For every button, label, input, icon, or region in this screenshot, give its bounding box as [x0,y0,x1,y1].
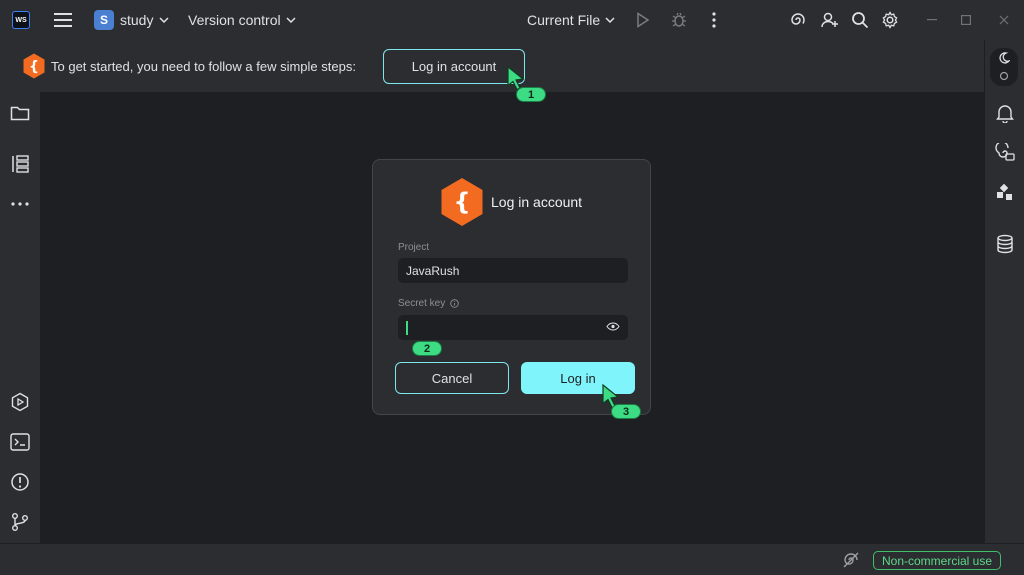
step-marker-2: 2 [412,341,442,356]
database-icon[interactable] [994,233,1016,255]
close-icon[interactable] [994,10,1014,30]
step-marker-3: 3 [611,404,641,419]
maximize-icon[interactable] [956,10,976,30]
run-configuration-selector[interactable]: Current File [527,10,615,30]
dialog-header: { Log in account [439,177,582,227]
chevron-down-icon [286,17,296,23]
problems-icon[interactable] [9,471,31,493]
moon-icon [999,52,1010,64]
project-selector[interactable]: S study [94,10,169,30]
log-in-account-button[interactable]: Log in account [383,49,525,84]
chevron-down-icon [605,17,615,23]
license-badge[interactable]: Non-commercial use [873,551,1002,570]
status-bar: Non-commercial use [0,543,1024,575]
add-user-icon[interactable] [820,10,840,30]
title-bar: WS S study Version control Current File [0,0,1024,40]
step-marker-1: 1 [516,87,546,102]
main-menu-icon[interactable] [54,11,74,29]
debug-icon[interactable] [669,10,689,30]
left-tool-bar [0,92,40,543]
services-icon[interactable] [9,391,31,413]
plugin-icon[interactable] [994,182,1016,204]
info-icon[interactable] [450,299,459,308]
javarush-logo-icon: { [441,178,483,226]
project-field[interactable]: JavaRush [398,258,628,283]
folder-icon[interactable] [9,102,31,124]
notifications-bell-icon[interactable] [994,102,1016,124]
theme-toggle[interactable] [990,48,1018,86]
secret-key-label: Secret key [398,298,459,309]
svg-text:{: { [29,59,39,75]
right-tool-bar [984,40,1024,543]
banner-message: To get started, you need to follow a few… [51,59,356,74]
git-branch-icon[interactable] [9,511,31,533]
settings-gear-icon[interactable] [880,10,900,30]
version-control-menu[interactable]: Version control [188,10,296,30]
project-label: Project [398,242,430,253]
project-badge: S [94,10,114,30]
structure-icon[interactable] [9,153,31,175]
search-icon[interactable] [850,10,870,30]
more-actions-icon[interactable] [704,10,724,30]
cancel-button[interactable]: Cancel [395,362,509,394]
login-dialog: { Log in account Project JavaRush Secret… [372,159,651,415]
more-tools-icon[interactable] [9,193,31,215]
minimize-icon[interactable] [922,10,942,30]
javarush-logo-icon: { [22,53,46,84]
show-password-eye-icon[interactable] [606,322,620,331]
ai-assistant-icon[interactable] [994,142,1016,164]
dialog-title: Log in account [491,194,583,210]
terminal-icon[interactable] [9,431,31,453]
getting-started-banner: { To get started, you need to follow a f… [0,40,984,92]
secret-key-input[interactable] [398,315,628,340]
ai-disabled-icon[interactable] [840,549,862,571]
run-config-label: Current File [527,12,601,28]
project-name: study [120,12,154,28]
text-caret [406,320,408,335]
project-value: JavaRush [406,263,460,278]
sun-icon [999,71,1009,81]
run-icon[interactable] [633,10,653,30]
svg-text:{: { [453,188,470,216]
vcs-label: Version control [188,12,281,28]
app-logo: WS [12,11,30,29]
ai-spiral-icon[interactable] [788,10,808,30]
chevron-down-icon [159,17,169,23]
